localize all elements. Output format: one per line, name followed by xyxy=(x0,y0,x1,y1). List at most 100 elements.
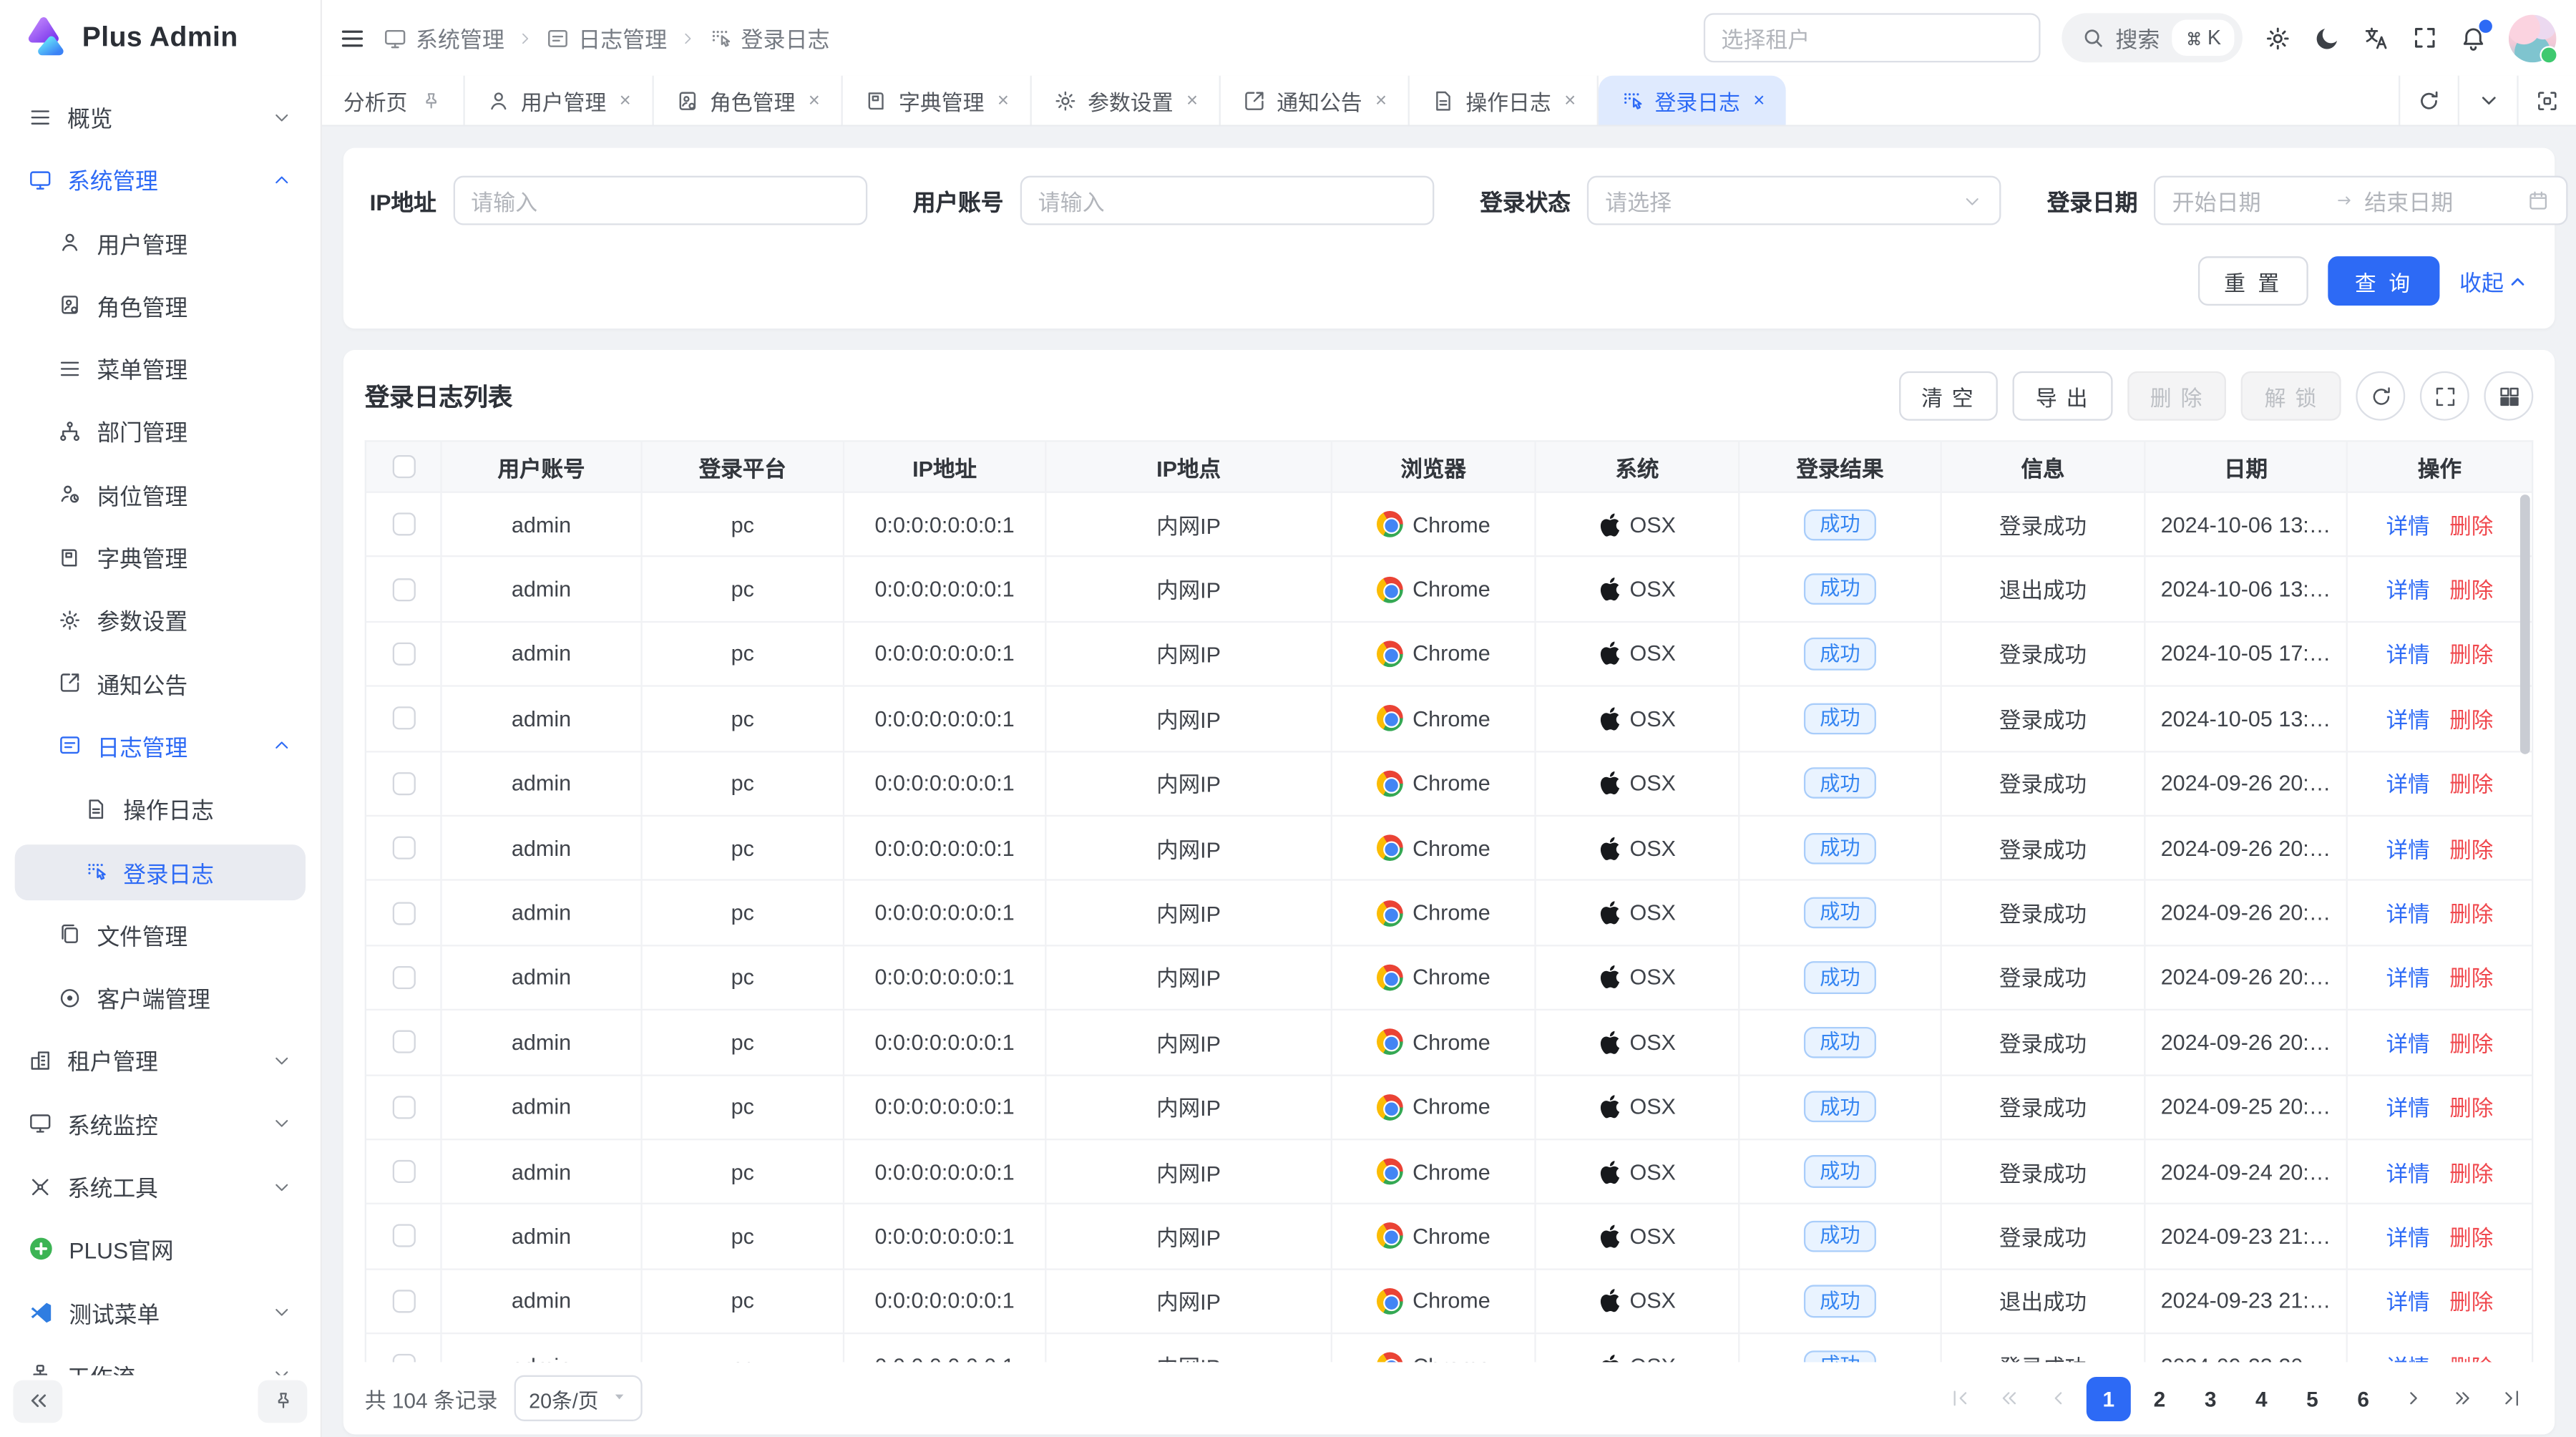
tab-analysis[interactable]: 分析页 xyxy=(322,76,465,125)
breadcrumb-item-log-management[interactable]: 日志管理 xyxy=(545,21,667,54)
row-checkbox[interactable] xyxy=(392,1225,415,1248)
row-checkbox[interactable] xyxy=(392,1096,415,1119)
detail-link[interactable]: 详情 xyxy=(2386,1091,2430,1123)
delete-link[interactable]: 删除 xyxy=(2449,703,2493,734)
detail-link[interactable]: 详情 xyxy=(2386,1027,2430,1058)
select-all-checkbox[interactable] xyxy=(392,455,415,478)
delete-link[interactable]: 删除 xyxy=(2449,1091,2493,1123)
delete-link[interactable]: 删除 xyxy=(2449,768,2493,799)
detail-link[interactable]: 详情 xyxy=(2386,703,2430,734)
delete-link[interactable]: 删除 xyxy=(2449,1285,2493,1317)
sidebar-item-client-management[interactable]: 客户端管理 xyxy=(15,970,306,1026)
detail-link[interactable]: 详情 xyxy=(2386,1285,2430,1317)
ip-address-input[interactable]: 请输入 xyxy=(453,176,867,225)
sidebar-item-dict-management[interactable]: 字典管理 xyxy=(15,529,306,585)
collapse-filter-link[interactable]: 收起 xyxy=(2459,265,2528,298)
table-scrollbar[interactable] xyxy=(2520,495,2530,754)
fullscreen-icon[interactable] xyxy=(2411,24,2438,51)
row-checkbox[interactable] xyxy=(392,643,415,666)
close-tab-icon[interactable]: × xyxy=(1375,89,1387,112)
delete-link[interactable]: 删除 xyxy=(2449,509,2493,540)
tab-user-management[interactable]: 用户管理× xyxy=(465,76,654,125)
row-checkbox[interactable] xyxy=(392,1031,415,1053)
page-6-button[interactable]: 6 xyxy=(2341,1376,2386,1421)
detail-link[interactable]: 详情 xyxy=(2386,638,2430,670)
delete-link[interactable]: 删除 xyxy=(2449,897,2493,929)
delete-link[interactable]: 删除 xyxy=(2449,1027,2493,1058)
detail-link[interactable]: 详情 xyxy=(2386,962,2430,993)
tab-dict-management[interactable]: 字典管理× xyxy=(843,76,1032,125)
sidebar-item-test-menu[interactable]: 测试菜单 xyxy=(15,1285,306,1340)
sidebar-item-post-management[interactable]: 岗位管理 xyxy=(15,467,306,522)
row-checkbox[interactable] xyxy=(392,966,415,989)
page-5-button[interactable]: 5 xyxy=(2290,1376,2335,1421)
detail-link[interactable]: 详情 xyxy=(2386,832,2430,864)
close-tab-icon[interactable]: × xyxy=(1564,89,1576,112)
close-tab-icon[interactable]: × xyxy=(1753,89,1765,112)
row-checkbox[interactable] xyxy=(392,1160,415,1183)
breadcrumb-item-system-management[interactable]: 系统管理 xyxy=(383,21,504,54)
refresh-tab-icon[interactable] xyxy=(2399,76,2458,125)
detail-link[interactable]: 详情 xyxy=(2386,768,2430,799)
row-checkbox[interactable] xyxy=(392,1290,415,1312)
page-1-button[interactable]: 1 xyxy=(2087,1376,2131,1421)
user-avatar[interactable] xyxy=(2509,14,2557,62)
detail-link[interactable]: 详情 xyxy=(2386,1156,2430,1187)
next-pages-button[interactable] xyxy=(2441,1377,2484,1420)
tab-login-log[interactable]: 登录日志× xyxy=(1599,76,1786,125)
delete-link[interactable]: 删除 xyxy=(2449,1156,2493,1187)
close-tab-icon[interactable]: × xyxy=(620,89,631,112)
row-checkbox[interactable] xyxy=(392,772,415,795)
pin-sidebar-button[interactable] xyxy=(258,1380,307,1423)
tab-more-chevron-icon[interactable] xyxy=(2458,76,2517,125)
tab-role-management[interactable]: 角色管理× xyxy=(654,76,843,125)
detail-link[interactable]: 详情 xyxy=(2386,1221,2430,1252)
refresh-table-button[interactable] xyxy=(2356,371,2405,421)
sidebar-item-dept-management[interactable]: 部门管理 xyxy=(15,404,306,459)
sidebar-item-plus-website[interactable]: PLUS官网 xyxy=(15,1222,306,1277)
sidebar-item-system-tools[interactable]: 系统工具 xyxy=(15,1159,306,1214)
detail-link[interactable]: 详情 xyxy=(2386,1350,2430,1363)
menu-toggle-icon[interactable] xyxy=(338,24,366,52)
page-3-button[interactable]: 3 xyxy=(2188,1376,2233,1421)
prev-page-button[interactable] xyxy=(2037,1377,2080,1420)
sidebar-item-system-monitor[interactable]: 系统监控 xyxy=(15,1096,306,1151)
delete-link[interactable]: 删除 xyxy=(2449,573,2493,605)
sidebar-item-operation-log[interactable]: 操作日志 xyxy=(15,781,306,837)
tab-notice[interactable]: 通知公告× xyxy=(1221,76,1410,125)
content-fullscreen-icon[interactable] xyxy=(2517,76,2576,125)
clear-button[interactable]: 清 空 xyxy=(1898,371,1998,421)
sidebar-item-role-management[interactable]: 角色管理 xyxy=(15,278,306,333)
tab-operation-log[interactable]: 操作日志× xyxy=(1410,76,1599,125)
login-date-daterange[interactable]: 开始日期结束日期 xyxy=(2154,176,2568,225)
sidebar-item-log-management[interactable]: 日志管理 xyxy=(15,718,306,774)
page-size-select[interactable]: 20条/页 xyxy=(514,1375,642,1421)
row-checkbox[interactable] xyxy=(392,837,415,859)
sidebar-item-user-management[interactable]: 用户管理 xyxy=(15,215,306,271)
tenant-select[interactable]: 选择租户 xyxy=(1703,13,2040,62)
detail-link[interactable]: 详情 xyxy=(2386,897,2430,929)
detail-link[interactable]: 详情 xyxy=(2386,573,2430,605)
sidebar-item-overview[interactable]: 概览 xyxy=(15,89,306,145)
search-button[interactable]: 查 询 xyxy=(2328,256,2439,306)
first-page-button[interactable] xyxy=(1938,1377,1981,1420)
row-checkbox[interactable] xyxy=(392,513,415,536)
delete-link[interactable]: 删除 xyxy=(2449,832,2493,864)
page-2-button[interactable]: 2 xyxy=(2137,1376,2182,1421)
sidebar-item-menu-management[interactable]: 菜单管理 xyxy=(15,341,306,396)
translate-icon[interactable] xyxy=(2363,24,2391,52)
global-search[interactable]: 搜索 K xyxy=(2062,13,2243,62)
sidebar-item-system-management[interactable]: 系统管理 xyxy=(15,152,306,208)
user-account-input[interactable]: 请输入 xyxy=(1020,176,1434,225)
collapse-sidebar-button[interactable] xyxy=(13,1380,62,1423)
last-page-button[interactable] xyxy=(2491,1377,2534,1420)
delete-link[interactable]: 删除 xyxy=(2449,1350,2493,1363)
delete-link[interactable]: 删除 xyxy=(2449,962,2493,993)
tab-param-settings[interactable]: 参数设置× xyxy=(1032,76,1221,125)
sidebar-item-file-management[interactable]: 文件管理 xyxy=(15,907,306,963)
row-checkbox[interactable] xyxy=(392,1354,415,1362)
delete-link[interactable]: 删除 xyxy=(2449,1221,2493,1252)
sidebar-item-tenant-management[interactable]: 租户管理 xyxy=(15,1033,306,1088)
sidebar-item-param-settings[interactable]: 参数设置 xyxy=(15,592,306,648)
detail-link[interactable]: 详情 xyxy=(2386,509,2430,540)
